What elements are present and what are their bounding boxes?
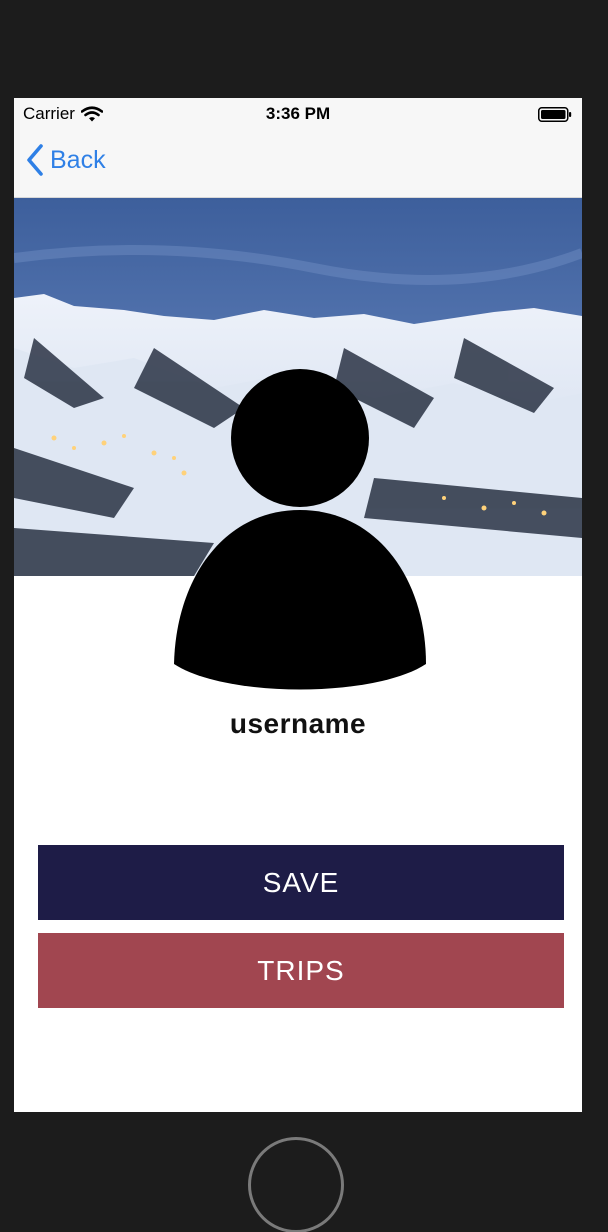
battery-icon (538, 107, 572, 122)
app-screen: Carrier 3:36 PM Back username SAVE TRIPS (14, 98, 582, 1112)
user-silhouette-icon (174, 369, 426, 690)
back-label: Back (50, 145, 106, 174)
device-frame: Carrier 3:36 PM Back username SAVE TRIPS (0, 0, 608, 1232)
username-label: username (229, 708, 367, 739)
save-button[interactable]: SAVE (38, 845, 564, 920)
status-bar: Carrier 3:36 PM (14, 98, 582, 132)
navigation-bar: Back (14, 132, 582, 198)
chevron-left-icon (27, 144, 43, 176)
trips-button[interactable]: TRIPS (38, 933, 564, 1008)
status-time: 3:36 PM (265, 104, 331, 123)
back-button[interactable]: Back (26, 144, 106, 176)
home-button-icon[interactable] (248, 1137, 344, 1232)
